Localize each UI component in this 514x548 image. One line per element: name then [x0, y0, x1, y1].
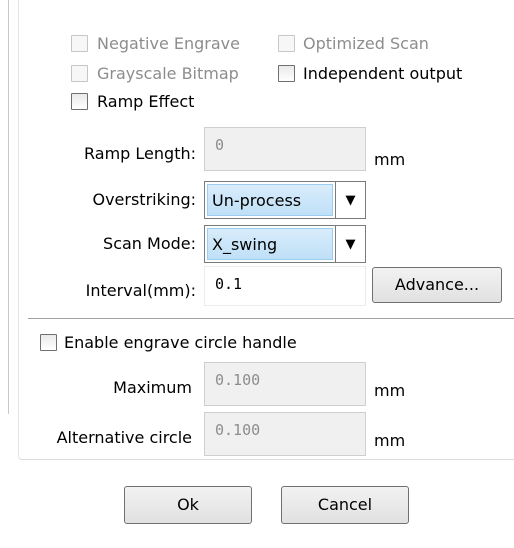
left-divider	[8, 0, 9, 414]
grayscale-bitmap-checkbox[interactable]	[71, 65, 88, 82]
optimized-scan-checkbox[interactable]	[278, 35, 295, 52]
negative-engrave-label: Negative Engrave	[97, 34, 240, 53]
overstriking-label: Overstriking:	[92, 190, 196, 209]
scan-mode-value: X_swing	[207, 228, 333, 260]
cancel-button[interactable]: Cancel	[281, 486, 409, 524]
dropdown-arrow-icon[interactable]: ▼	[335, 226, 365, 262]
scan-mode-dropdown[interactable]: X_swing ▼	[204, 225, 366, 263]
interval-input[interactable]: 0.1	[204, 266, 366, 306]
overstriking-dropdown[interactable]: Un-process ▼	[204, 181, 366, 219]
ramp-length-unit: mm	[374, 150, 406, 169]
ok-button[interactable]: Ok	[124, 486, 252, 524]
scan-mode-label: Scan Mode:	[103, 234, 196, 253]
ramp-effect-label: Ramp Effect	[97, 92, 195, 111]
ramp-effect-checkbox[interactable]	[71, 93, 88, 110]
dropdown-arrow-icon[interactable]: ▼	[335, 182, 365, 218]
ramp-length-label: Ramp Length:	[84, 144, 196, 163]
grayscale-bitmap-label: Grayscale Bitmap	[97, 64, 239, 83]
section-divider	[28, 318, 514, 319]
maximum-unit: mm	[374, 381, 406, 400]
overstriking-value: Un-process	[207, 184, 333, 216]
maximum-label: Maximum	[113, 378, 192, 397]
alternative-circle-input[interactable]: 0.100	[204, 412, 366, 456]
enable-circle-label: Enable engrave circle handle	[64, 333, 297, 352]
enable-circle-checkbox[interactable]	[40, 334, 57, 351]
independent-output-label: Independent output	[303, 64, 463, 83]
independent-output-checkbox[interactable]	[278, 65, 295, 82]
optimized-scan-label: Optimized Scan	[303, 34, 429, 53]
maximum-input[interactable]: 0.100	[204, 362, 366, 406]
advance-button[interactable]: Advance...	[372, 267, 502, 303]
ramp-length-input[interactable]: 0	[204, 127, 366, 171]
negative-engrave-checkbox[interactable]	[71, 35, 88, 52]
alternative-circle-unit: mm	[374, 431, 406, 450]
alternative-circle-label: Alternative circle	[56, 428, 192, 447]
interval-label: Interval(mm):	[85, 281, 196, 300]
